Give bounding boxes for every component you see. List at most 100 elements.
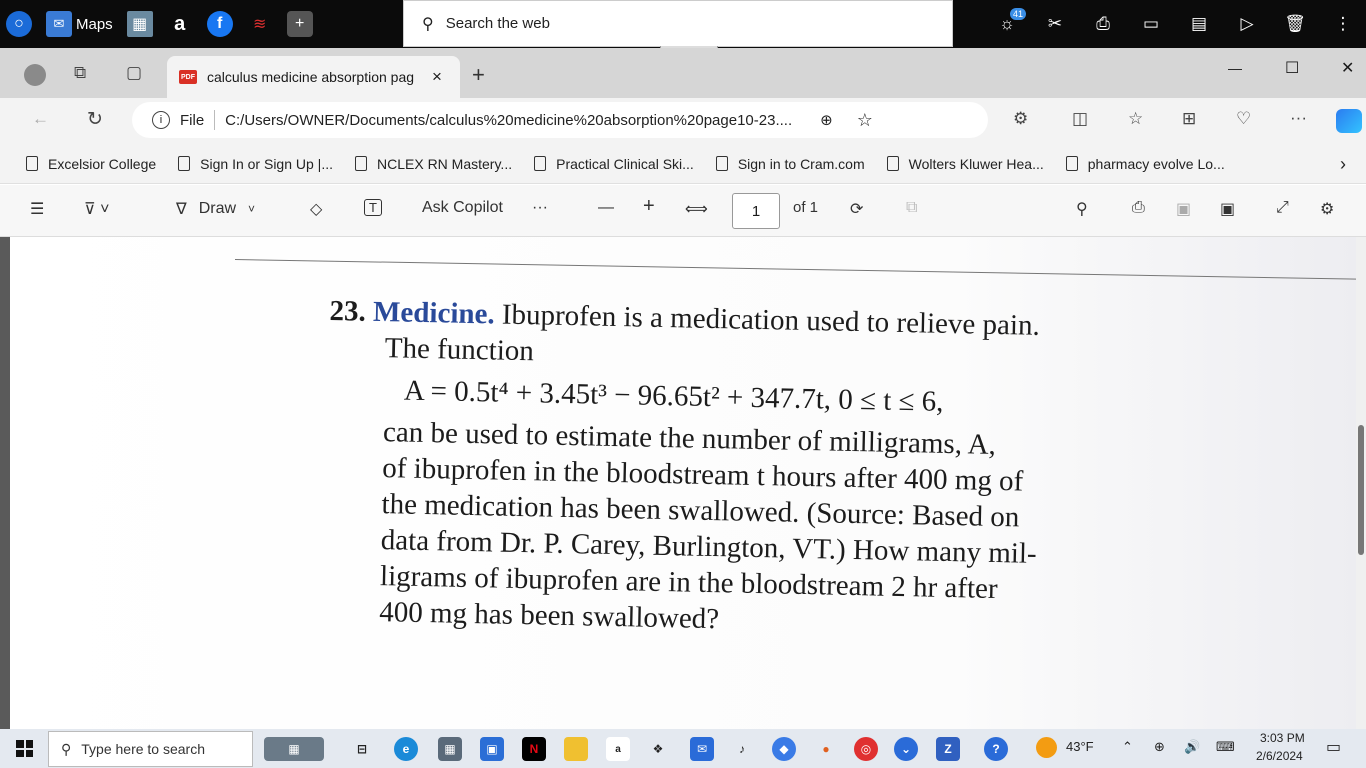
favorites-icon[interactable]: ☆ xyxy=(1128,109,1143,129)
help-icon[interactable]: ? xyxy=(984,737,1008,761)
copilot-icon[interactable] xyxy=(1336,109,1362,133)
tab-close-icon[interactable]: × xyxy=(432,67,442,87)
fit-page-icon[interactable]: ⟺ xyxy=(685,199,708,219)
scissors-icon[interactable]: ✂ xyxy=(1042,11,1068,37)
screen-record-icon[interactable]: ▭ xyxy=(1138,11,1164,37)
network-icon[interactable]: ⊕ xyxy=(1154,739,1165,755)
favorite-item[interactable]: Sign In or Sign Up |... xyxy=(178,156,333,172)
fullscreen-icon[interactable]: ⤢ xyxy=(1276,199,1289,217)
zoom-icon[interactable]: ⊕ xyxy=(820,111,833,129)
store-icon[interactable]: ▣ xyxy=(480,737,504,761)
page-number-input[interactable]: 1 xyxy=(732,193,780,229)
eraser-icon[interactable]: ◇ xyxy=(310,199,322,219)
brightness-icon[interactable]: ☼ 41 xyxy=(994,8,1026,37)
chevron-down-icon: ˅ xyxy=(248,202,256,216)
split-screen-icon[interactable]: ◫ xyxy=(1072,109,1088,129)
save-as-icon[interactable]: ▣ xyxy=(1220,199,1235,219)
highlight-icon[interactable]: ⊽ ˅ xyxy=(84,199,110,219)
zoom-out-button[interactable]: — xyxy=(598,199,614,217)
taskbar: ⚲ Type here to search ▦ ⊟ e ▦ ▣ N a ❖ ✉ … xyxy=(0,729,1366,768)
draw-button[interactable]: ∇ Draw ˅ xyxy=(176,199,255,219)
amazon-icon[interactable]: a xyxy=(167,11,193,37)
chrome-icon[interactable]: ◎ xyxy=(854,737,878,761)
pdf-icon: PDF xyxy=(179,70,197,84)
facebook-icon[interactable]: f xyxy=(206,11,233,37)
print-pdf-icon[interactable]: ⎙ xyxy=(1132,199,1145,217)
zoom-in-button[interactable]: + xyxy=(643,195,655,218)
favorite-item[interactable]: Wolters Kluwer Hea... xyxy=(886,156,1044,172)
clock-date[interactable]: 2/6/2024 xyxy=(1256,749,1303,763)
taskbar-search[interactable]: ⚲ Type here to search xyxy=(48,731,253,767)
file-label: File xyxy=(180,111,205,129)
keyboard-icon[interactable]: ⌨ xyxy=(1216,739,1235,755)
more-vertical-icon[interactable]: ⋮ xyxy=(1330,11,1356,37)
tab-actions-icon[interactable]: ▢ xyxy=(126,63,142,83)
zoom-app-icon[interactable]: Z xyxy=(936,737,960,761)
favorite-star-icon[interactable]: ☆ xyxy=(857,110,873,131)
notification-badge: 41 xyxy=(1009,8,1026,20)
health-icon[interactable]: ♡ xyxy=(1236,109,1251,129)
ask-copilot-button[interactable]: Ask Copilot xyxy=(422,199,503,217)
task-view-icon[interactable]: ⊟ xyxy=(350,737,374,761)
favorite-item[interactable]: Excelsior College xyxy=(26,156,156,172)
chevron-up-icon[interactable]: ⌃ xyxy=(1122,739,1133,755)
collections-icon[interactable]: ⊞ xyxy=(1182,109,1196,129)
amazon-app-icon[interactable]: a xyxy=(606,737,630,761)
find-icon[interactable]: ⚲ xyxy=(1076,199,1088,219)
file-explorer-icon[interactable] xyxy=(564,737,588,761)
maximize-button[interactable]: ☐ xyxy=(1285,58,1299,78)
play-icon[interactable]: ▷ xyxy=(1234,11,1260,37)
notes-icon[interactable]: ▤ xyxy=(1186,11,1212,37)
minimize-button[interactable]: — xyxy=(1228,60,1242,76)
search-web-placeholder: Search the web xyxy=(445,15,550,32)
trash-icon[interactable]: 🗑 xyxy=(1282,11,1308,37)
favorite-item[interactable]: pharmacy evolve Lo... xyxy=(1065,156,1225,172)
paint-icon[interactable]: ● xyxy=(814,737,838,761)
favorite-item[interactable]: NCLEX RN Mastery... xyxy=(355,156,512,172)
temperature[interactable]: 43°F xyxy=(1066,739,1094,754)
rotate-icon[interactable]: ⟳ xyxy=(850,199,863,219)
music-icon[interactable]: ♪ xyxy=(730,737,754,761)
hub-icon[interactable]: ◆ xyxy=(772,737,796,761)
volume-icon[interactable]: 🔊 xyxy=(1184,739,1200,755)
clock-time[interactable]: 3:03 PM xyxy=(1260,731,1305,745)
search-web-box[interactable]: ⚲ Search the web xyxy=(403,0,953,54)
back-icon[interactable]: ← xyxy=(32,109,49,129)
favorite-item[interactable]: Sign in to Cram.com xyxy=(715,156,865,172)
more-options-icon[interactable]: ··· xyxy=(532,199,548,217)
add-shortcut-icon[interactable]: + xyxy=(286,11,313,37)
workspaces-icon[interactable]: ⧉ xyxy=(74,63,86,83)
start-button[interactable] xyxy=(16,740,33,757)
widget-icon[interactable]: ▦ xyxy=(126,11,153,37)
settings-more-icon[interactable]: ··· xyxy=(1290,108,1307,128)
refresh-icon[interactable]: ↻ xyxy=(87,108,103,131)
bank-icon[interactable]: ≋ xyxy=(247,11,273,37)
calculator-app-icon[interactable]: ▦ xyxy=(438,737,462,761)
pdf-settings-icon[interactable]: ⚙ xyxy=(1320,199,1334,219)
calculator-icon[interactable]: ▦ xyxy=(264,737,324,761)
text-icon[interactable]: T xyxy=(364,199,382,216)
edge-icon[interactable]: e xyxy=(394,737,418,761)
dropbox-icon[interactable]: ❖ xyxy=(646,737,670,761)
favorites-bar: Excelsior College Sign In or Sign Up |..… xyxy=(0,144,1366,184)
close-window-button[interactable]: ✕ xyxy=(1341,58,1354,78)
favorites-overflow-icon[interactable]: › xyxy=(1340,154,1346,175)
favorite-item[interactable]: Practical Clinical Ski... xyxy=(534,156,694,172)
app-icon[interactable]: ○ xyxy=(6,11,32,37)
print-icon[interactable]: ⎙ xyxy=(1090,11,1116,37)
pdf-viewer[interactable]: 23. Medicine. Ibuprofen is a medication … xyxy=(0,237,1366,729)
notifications-icon[interactable]: ▭ xyxy=(1326,737,1341,757)
contents-icon[interactable]: ☰ xyxy=(30,199,44,219)
scroll-thumb[interactable] xyxy=(1358,425,1364,555)
weather-icon[interactable] xyxy=(1036,737,1057,758)
new-tab-button[interactable]: + xyxy=(472,62,485,88)
download-app-icon[interactable]: ⌄ xyxy=(894,737,918,761)
profile-avatar[interactable] xyxy=(24,64,46,86)
extensions-icon[interactable]: ⚙ xyxy=(1013,109,1028,129)
netflix-icon[interactable]: N xyxy=(522,737,546,761)
tab-active[interactable]: PDF calculus medicine absorption pag × xyxy=(167,56,460,98)
scrollbar[interactable] xyxy=(1356,237,1366,729)
maps-shortcut[interactable]: ✉ Maps xyxy=(46,11,113,37)
address-bar[interactable]: i File C:/Users/OWNER/Documents/calculus… xyxy=(132,102,988,138)
mail-icon[interactable]: ✉ xyxy=(690,737,714,761)
